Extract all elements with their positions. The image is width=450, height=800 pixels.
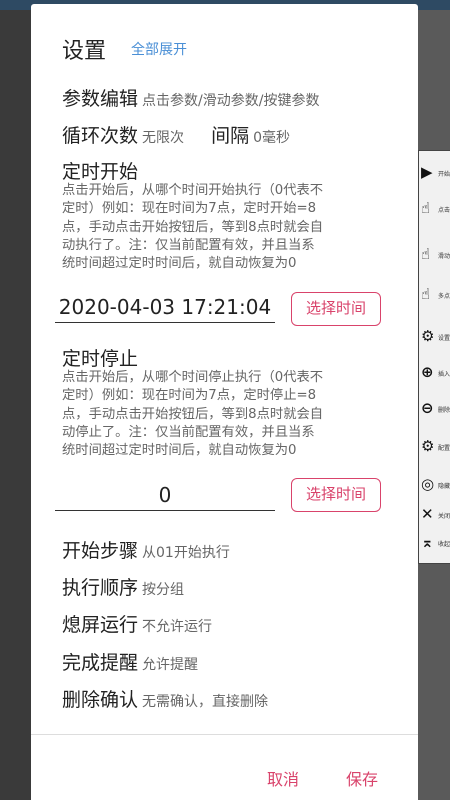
settings-dialog: 设置 全部展开 参数编辑 点击参数/滑动参数/按键参数 循环次数 无限次 间隔 0毫秒… bbox=[31, 4, 418, 800]
interval-value[interactable]: 0毫秒 bbox=[253, 130, 290, 146]
floatbar-label: 开始 bbox=[438, 171, 450, 178]
swipe-icon: ☝ bbox=[421, 245, 431, 263]
floatbar-swipe-button[interactable]: ☝ 滑动 bbox=[419, 239, 450, 275]
timer-start-field[interactable]: 2020-04-03 17:21:04 bbox=[55, 293, 275, 323]
interval-label[interactable]: 间隔 bbox=[211, 125, 249, 147]
delete-confirm-row[interactable]: 删除确认 无需确认，直接删除 bbox=[62, 685, 268, 712]
loop-count-value[interactable]: 无限次 bbox=[142, 130, 184, 146]
floatbar-label: 删除 bbox=[438, 407, 450, 414]
desc-line: 动停止了。注：仅当前配置有效，并且当系 bbox=[62, 424, 315, 440]
desc-line: 定时）例如：现在时间为7点，定时开始=8 bbox=[62, 201, 317, 217]
done-remind-row[interactable]: 完成提醒 允许提醒 bbox=[62, 648, 198, 675]
screen-off-value: 不允许运行 bbox=[142, 619, 213, 635]
play-icon: ▶ bbox=[421, 163, 433, 181]
floatbar-play-button[interactable]: ▶ 开始 bbox=[419, 157, 450, 193]
loop-count-label[interactable]: 循环次数 bbox=[62, 125, 138, 147]
desc-line: 统时间超过定时时间后，就自动恢复为0 bbox=[62, 256, 297, 272]
floatbar-config-button[interactable]: ⚙ 配置 bbox=[419, 431, 450, 467]
footer-divider bbox=[31, 734, 418, 735]
start-step-value: 从01开始执行 bbox=[142, 545, 230, 561]
exec-order-label: 执行顺序 bbox=[62, 577, 139, 599]
exec-order-row[interactable]: 执行顺序 按分组 bbox=[62, 573, 184, 600]
timer-start-description: 点击开始后，从哪个时间开始执行（0代表不 定时）例如：现在时间为7点，定时开始=… bbox=[62, 182, 386, 273]
gear-icon: ⚙ bbox=[421, 327, 435, 345]
param-edit-value: 点击参数/滑动参数/按键参数 bbox=[142, 93, 320, 109]
floatbar-label: 设置 bbox=[438, 335, 450, 342]
floatbar-label: 点击 bbox=[438, 207, 450, 214]
delete-confirm-label: 删除确认 bbox=[62, 689, 139, 711]
minus-circle-icon: ⊖ bbox=[421, 399, 434, 417]
desc-line: 定时）例如：现在时间为7点，定时停止=8 bbox=[62, 388, 317, 404]
start-step-label: 开始步骤 bbox=[62, 540, 139, 562]
delete-confirm-value: 无需确认，直接删除 bbox=[142, 694, 269, 710]
desc-line: 动执行了。注：仅当前配置有效，并且当系 bbox=[62, 237, 315, 253]
param-edit-row[interactable]: 参数编辑 点击参数/滑动参数/按键参数 bbox=[62, 84, 319, 111]
timer-stop-field[interactable]: 0 bbox=[55, 481, 275, 511]
start-step-row[interactable]: 开始步骤 从01开始执行 bbox=[62, 536, 230, 563]
screen-off-row[interactable]: 熄屏运行 不允许运行 bbox=[62, 610, 212, 637]
cancel-button[interactable]: 取消 bbox=[267, 766, 299, 790]
floatbar-label: 配置 bbox=[438, 445, 450, 452]
timer-start-pick-button[interactable]: 选择时间 bbox=[291, 292, 381, 326]
floatbar-multi-tap-button[interactable]: ☝ 多点 bbox=[419, 279, 450, 315]
timer-stop-description: 点击开始后，从哪个时间停止执行（0代表不 定时）例如：现在时间为7点，定时停止=… bbox=[62, 369, 386, 460]
floatbar-collapse-button[interactable]: ⌅ 收起 bbox=[419, 527, 450, 563]
desc-line: 点击开始后，从哪个时间开始执行（0代表不 bbox=[62, 183, 324, 198]
desc-line: 点击开始后，从哪个时间停止执行（0代表不 bbox=[62, 370, 324, 385]
config-icon: ⚙ bbox=[421, 437, 435, 455]
floatbar-label: 关闭 bbox=[438, 513, 450, 520]
floatbar-label: 收起 bbox=[438, 541, 450, 548]
close-icon: ✕ bbox=[421, 505, 434, 523]
floatbar-insert-button[interactable]: ⊕ 插入 bbox=[419, 357, 450, 393]
desc-line: 统时间超过定时时间后，就自动恢复为0 bbox=[62, 443, 297, 459]
timer-start-title: 定时开始 bbox=[62, 161, 139, 183]
dialog-title: 设置 bbox=[62, 39, 107, 64]
desc-line: 点，手动点击开始按钮后，等到8点时就会自 bbox=[62, 406, 324, 422]
screen-off-label: 熄屏运行 bbox=[62, 614, 139, 636]
floatbar-label: 隐藏 bbox=[438, 483, 450, 490]
param-edit-label: 参数编辑 bbox=[62, 88, 139, 110]
timer-stop-pick-button[interactable]: 选择时间 bbox=[291, 478, 381, 512]
floatbar-delete-button[interactable]: ⊖ 删除 bbox=[419, 393, 450, 429]
expand-all-link[interactable]: 全部展开 bbox=[131, 39, 187, 59]
floatbar-label: 多点 bbox=[438, 293, 450, 300]
tap-icon: ☝ bbox=[421, 199, 431, 217]
plus-circle-icon: ⊕ bbox=[421, 363, 434, 381]
floatbar-label: 滑动 bbox=[438, 253, 450, 260]
desc-line: 点，手动点击开始按钮后，等到8点时就会自 bbox=[62, 219, 324, 235]
loop-count-row: 循环次数 无限次 间隔 0毫秒 bbox=[62, 121, 290, 148]
hide-icon: ◎ bbox=[421, 475, 435, 493]
multi-tap-icon: ☝ bbox=[421, 285, 431, 303]
floatbar-tap-button[interactable]: ☝ 点击 bbox=[419, 193, 450, 229]
exec-order-value: 按分组 bbox=[142, 582, 185, 598]
save-button[interactable]: 保存 bbox=[346, 766, 378, 790]
floating-toolbar: ▶ 开始 ☝ 点击 ☝ 滑动 ☝ 多点 ⚙ 设置 ⊕ 插入 ⊖ 删除 ⚙ 配置 … bbox=[418, 150, 450, 564]
floatbar-settings-button[interactable]: ⚙ 设置 bbox=[419, 321, 450, 357]
collapse-icon: ⌅ bbox=[421, 533, 434, 551]
done-remind-label: 完成提醒 bbox=[62, 652, 139, 674]
floatbar-label: 插入 bbox=[438, 371, 450, 378]
done-remind-value: 允许提醒 bbox=[142, 657, 199, 673]
timer-stop-title: 定时停止 bbox=[62, 348, 139, 370]
